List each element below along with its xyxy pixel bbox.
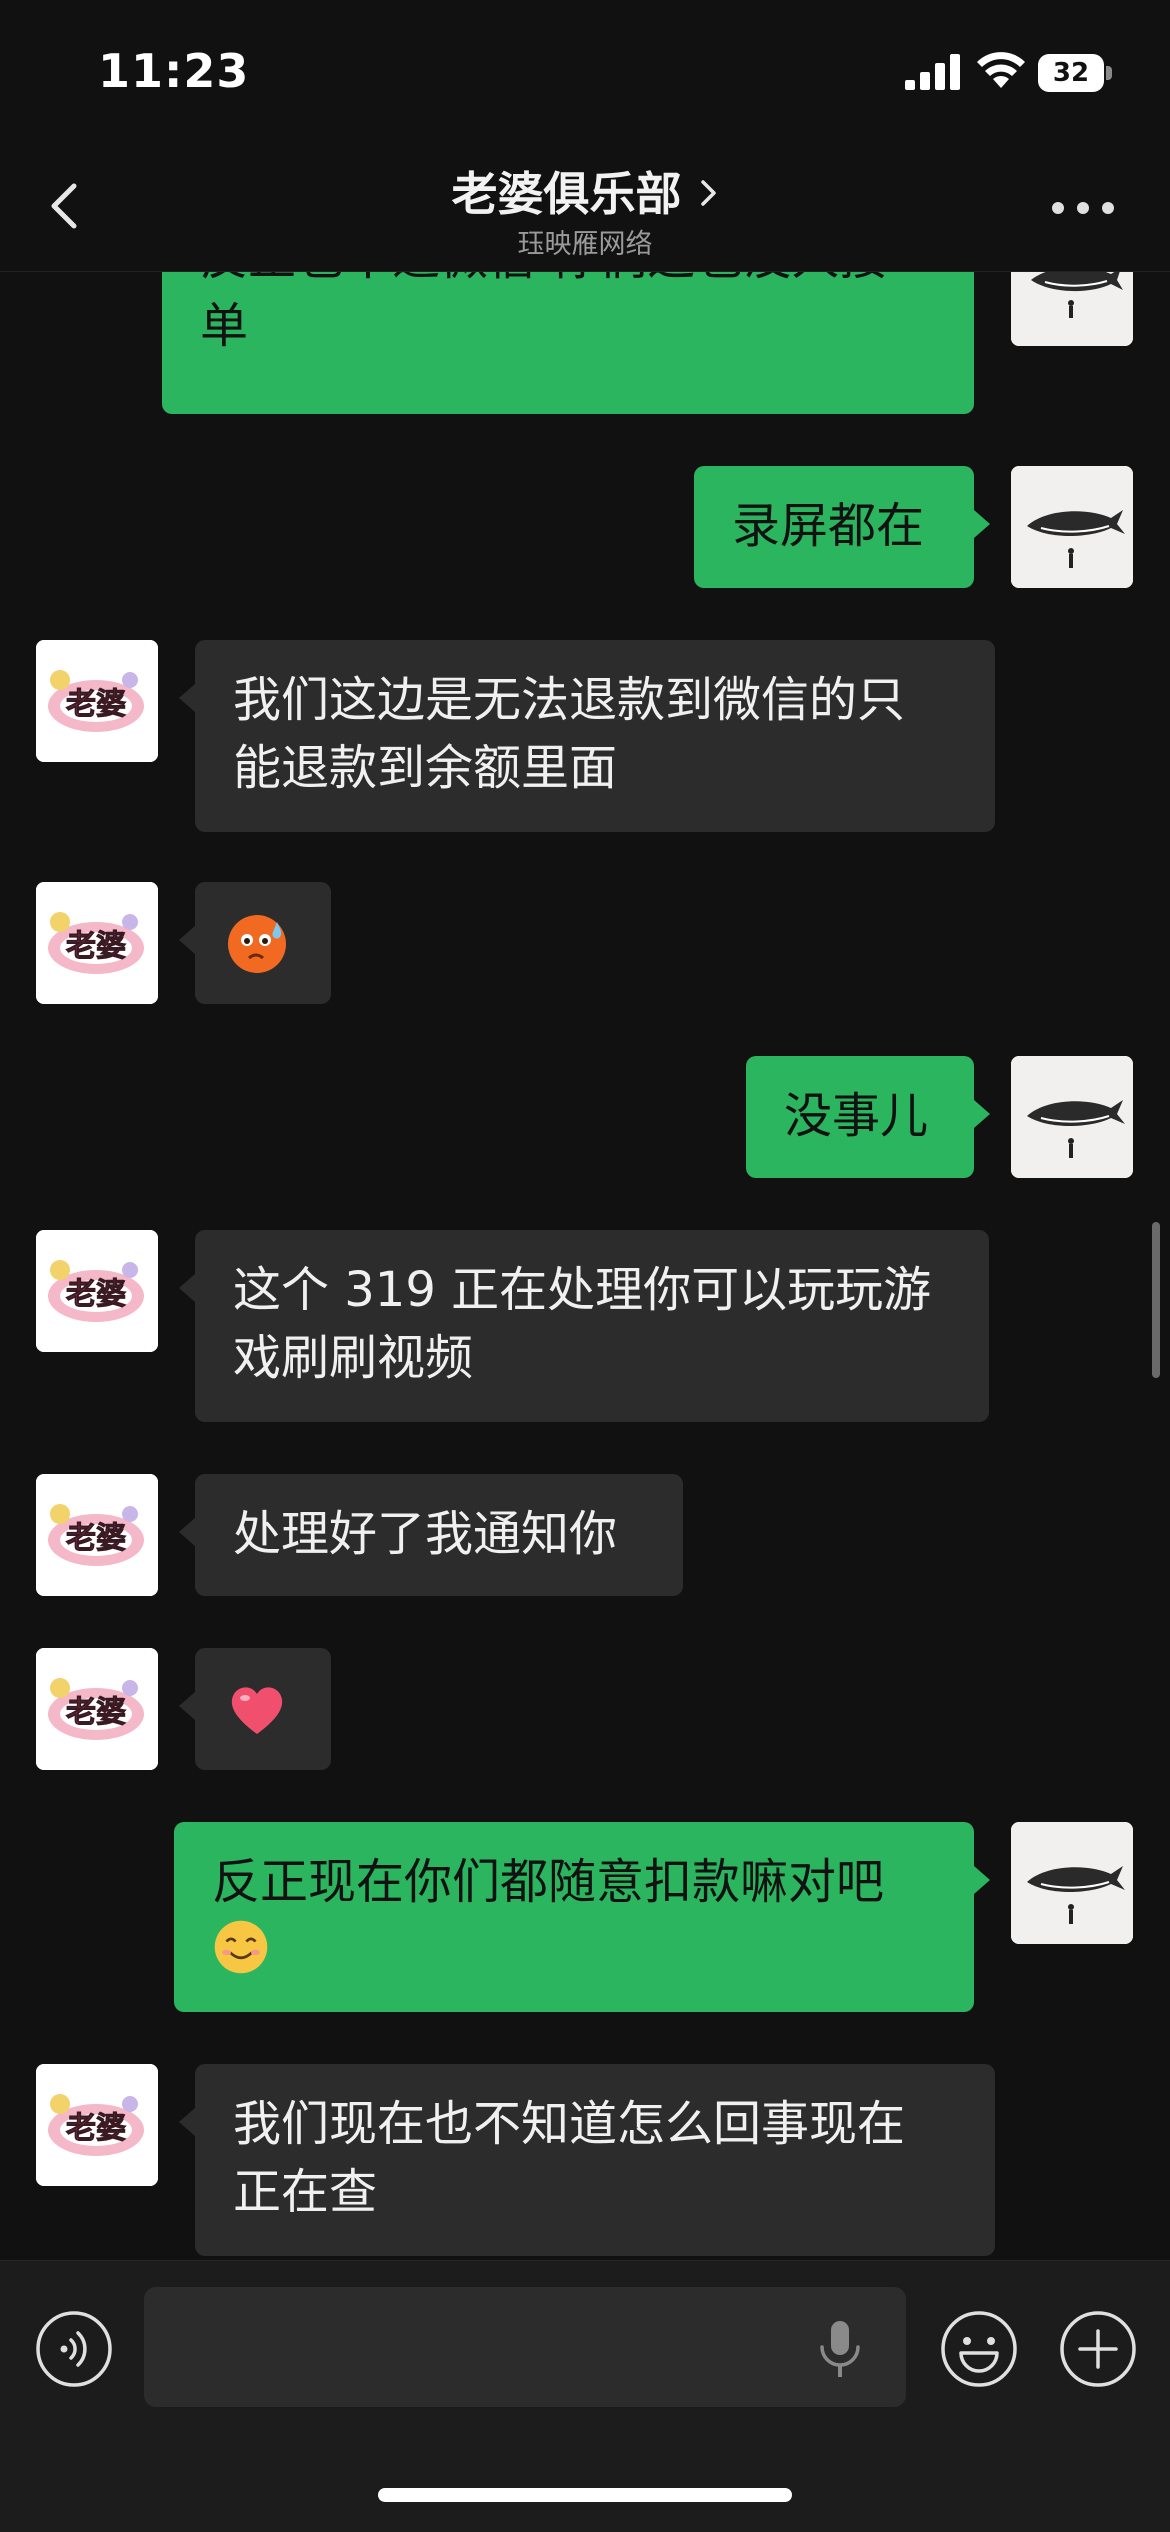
bubble-tail <box>179 1274 195 1302</box>
microphone-icon[interactable] <box>816 2319 864 2379</box>
wifi-icon <box>977 52 1025 88</box>
bubble-tail <box>179 2108 195 2136</box>
message-text: 我们这边是无法退款到微信的只 能退款到余额里面 <box>233 640 957 802</box>
message-bubble-received[interactable] <box>179 1648 331 1770</box>
bubble-tail <box>179 684 195 712</box>
plus-icon[interactable] <box>1058 2309 1138 2389</box>
dot <box>1052 202 1064 214</box>
contact-avatar[interactable]: 老婆 <box>36 882 158 1004</box>
scrollbar[interactable] <box>1152 1222 1160 1378</box>
message-bubble-sent[interactable]: 没事儿 <box>746 1056 990 1178</box>
message-text: 我们现在也不知道怎么回事现在 正在查 <box>233 2064 957 2226</box>
whale-avatar-image <box>1011 466 1133 588</box>
bubble-tail <box>179 926 195 954</box>
home-indicator[interactable] <box>378 2488 792 2502</box>
my-avatar[interactable] <box>1011 1822 1133 1944</box>
dot <box>1077 202 1089 214</box>
whale-avatar-image <box>1011 1056 1133 1178</box>
my-avatar[interactable] <box>1011 1056 1133 1178</box>
contact-avatar[interactable]: 老婆 <box>36 1648 158 1770</box>
contact-avatar[interactable]: 老婆 <box>36 1230 158 1352</box>
svg-text:老婆: 老婆 <box>66 929 126 964</box>
battery-level: 32 <box>1052 58 1090 88</box>
more-options-icon[interactable] <box>1052 196 1114 220</box>
bubble-tail <box>974 1100 990 1128</box>
contact-avatar[interactable]: 老婆 <box>36 640 158 762</box>
contact-avatar[interactable]: 老婆 <box>36 1474 158 1596</box>
chat-title-button[interactable]: 老婆俱乐部 <box>300 158 870 224</box>
chat-title: 老婆俱乐部 <box>451 167 682 221</box>
message-bubble-sent[interactable]: 录屏都在 <box>694 466 990 588</box>
back-chevron-icon[interactable] <box>40 178 96 234</box>
message-bubble-received[interactable] <box>179 882 331 1004</box>
club-logo-avatar-image: 老婆 <box>36 1230 158 1352</box>
club-logo-avatar-image: 老婆 <box>36 2064 158 2186</box>
message-line: 反正现在你们都随意扣款嘛对吧 <box>212 1854 885 1910</box>
chevron-right-icon <box>700 180 716 206</box>
heart-emoji-icon <box>231 1687 283 1734</box>
chat-header: 老婆俱乐部 珏映雁网络 <box>0 140 1170 272</box>
message-line: 我们这边是无法退款到微信的只 <box>233 672 906 728</box>
status-bar: 11:23 32 <box>0 0 1170 140</box>
message-line: 正在查 <box>233 2164 378 2220</box>
club-logo-avatar-image: 老婆 <box>36 1474 158 1596</box>
svg-text:老婆: 老婆 <box>66 2111 126 2146</box>
message-list[interactable]: 反正也不退微信 你们这也没人接 单 录屏都在 <box>0 0 1170 2260</box>
message-line: 单 <box>200 298 249 354</box>
message-bubble-received[interactable]: 我们现在也不知道怎么回事现在 正在查 <box>179 2064 995 2256</box>
message-line: 我们现在也不知道怎么回事现在 <box>233 2096 906 2152</box>
message-line: 这个 319 正在处理你可以玩玩游 <box>233 1262 932 1318</box>
battery-icon: 32 <box>1038 54 1112 92</box>
message-text: 录屏都在 <box>732 498 925 554</box>
bubble-tail <box>179 1692 195 1720</box>
svg-text:老婆: 老婆 <box>66 1277 126 1312</box>
club-logo-avatar-image: 老婆 <box>36 882 158 1004</box>
message-line: 能退款到余额里面 <box>233 740 618 796</box>
message-bubble-received[interactable]: 处理好了我通知你 <box>179 1474 683 1596</box>
cellular-signal-icon <box>905 54 960 90</box>
svg-text:老婆: 老婆 <box>66 1521 126 1556</box>
bubble-tail <box>974 1866 990 1894</box>
bubble-tail <box>974 510 990 538</box>
my-avatar[interactable] <box>1011 466 1133 588</box>
smile-emoji-icon <box>214 1920 268 1974</box>
club-logo-avatar-image: 老婆 <box>36 640 158 762</box>
chat-subtitle: 珏映雁网络 <box>517 229 653 260</box>
message-line: 戏刷刷视频 <box>233 1330 474 1386</box>
message-bubble-sent[interactable]: 反正现在你们都随意扣款嘛对吧 <box>174 1822 990 2012</box>
dot <box>1102 202 1114 214</box>
message-input[interactable] <box>144 2287 906 2407</box>
message-bubble-received[interactable]: 这个 319 正在处理你可以玩玩游 戏刷刷视频 <box>179 1230 989 1422</box>
contact-avatar[interactable]: 老婆 <box>36 2064 158 2186</box>
message-bubble-received[interactable]: 我们这边是无法退款到微信的只 能退款到余额里面 <box>179 640 995 832</box>
message-text: 处理好了我通知你 <box>233 1506 618 1562</box>
svg-text:老婆: 老婆 <box>66 687 126 722</box>
club-logo-avatar-image: 老婆 <box>36 1648 158 1770</box>
voice-input-icon[interactable] <box>34 2309 114 2389</box>
message-text: 没事儿 <box>784 1088 929 1144</box>
bubble-tail <box>179 1518 195 1546</box>
svg-text:老婆: 老婆 <box>66 1695 126 1730</box>
sweat-pout-emoji-icon <box>228 915 286 973</box>
message-text: 这个 319 正在处理你可以玩玩游 戏刷刷视频 <box>233 1230 951 1392</box>
whale-avatar-image <box>1011 1822 1133 1944</box>
status-time: 11:23 <box>98 44 250 98</box>
emoji-picker-icon[interactable] <box>939 2309 1019 2389</box>
battery-tip <box>1106 66 1112 80</box>
message-text: 反正现在你们都随意扣款嘛对吧 <box>212 1822 936 1984</box>
chat-screen: 反正也不退微信 你们这也没人接 单 录屏都在 <box>0 0 1170 2532</box>
